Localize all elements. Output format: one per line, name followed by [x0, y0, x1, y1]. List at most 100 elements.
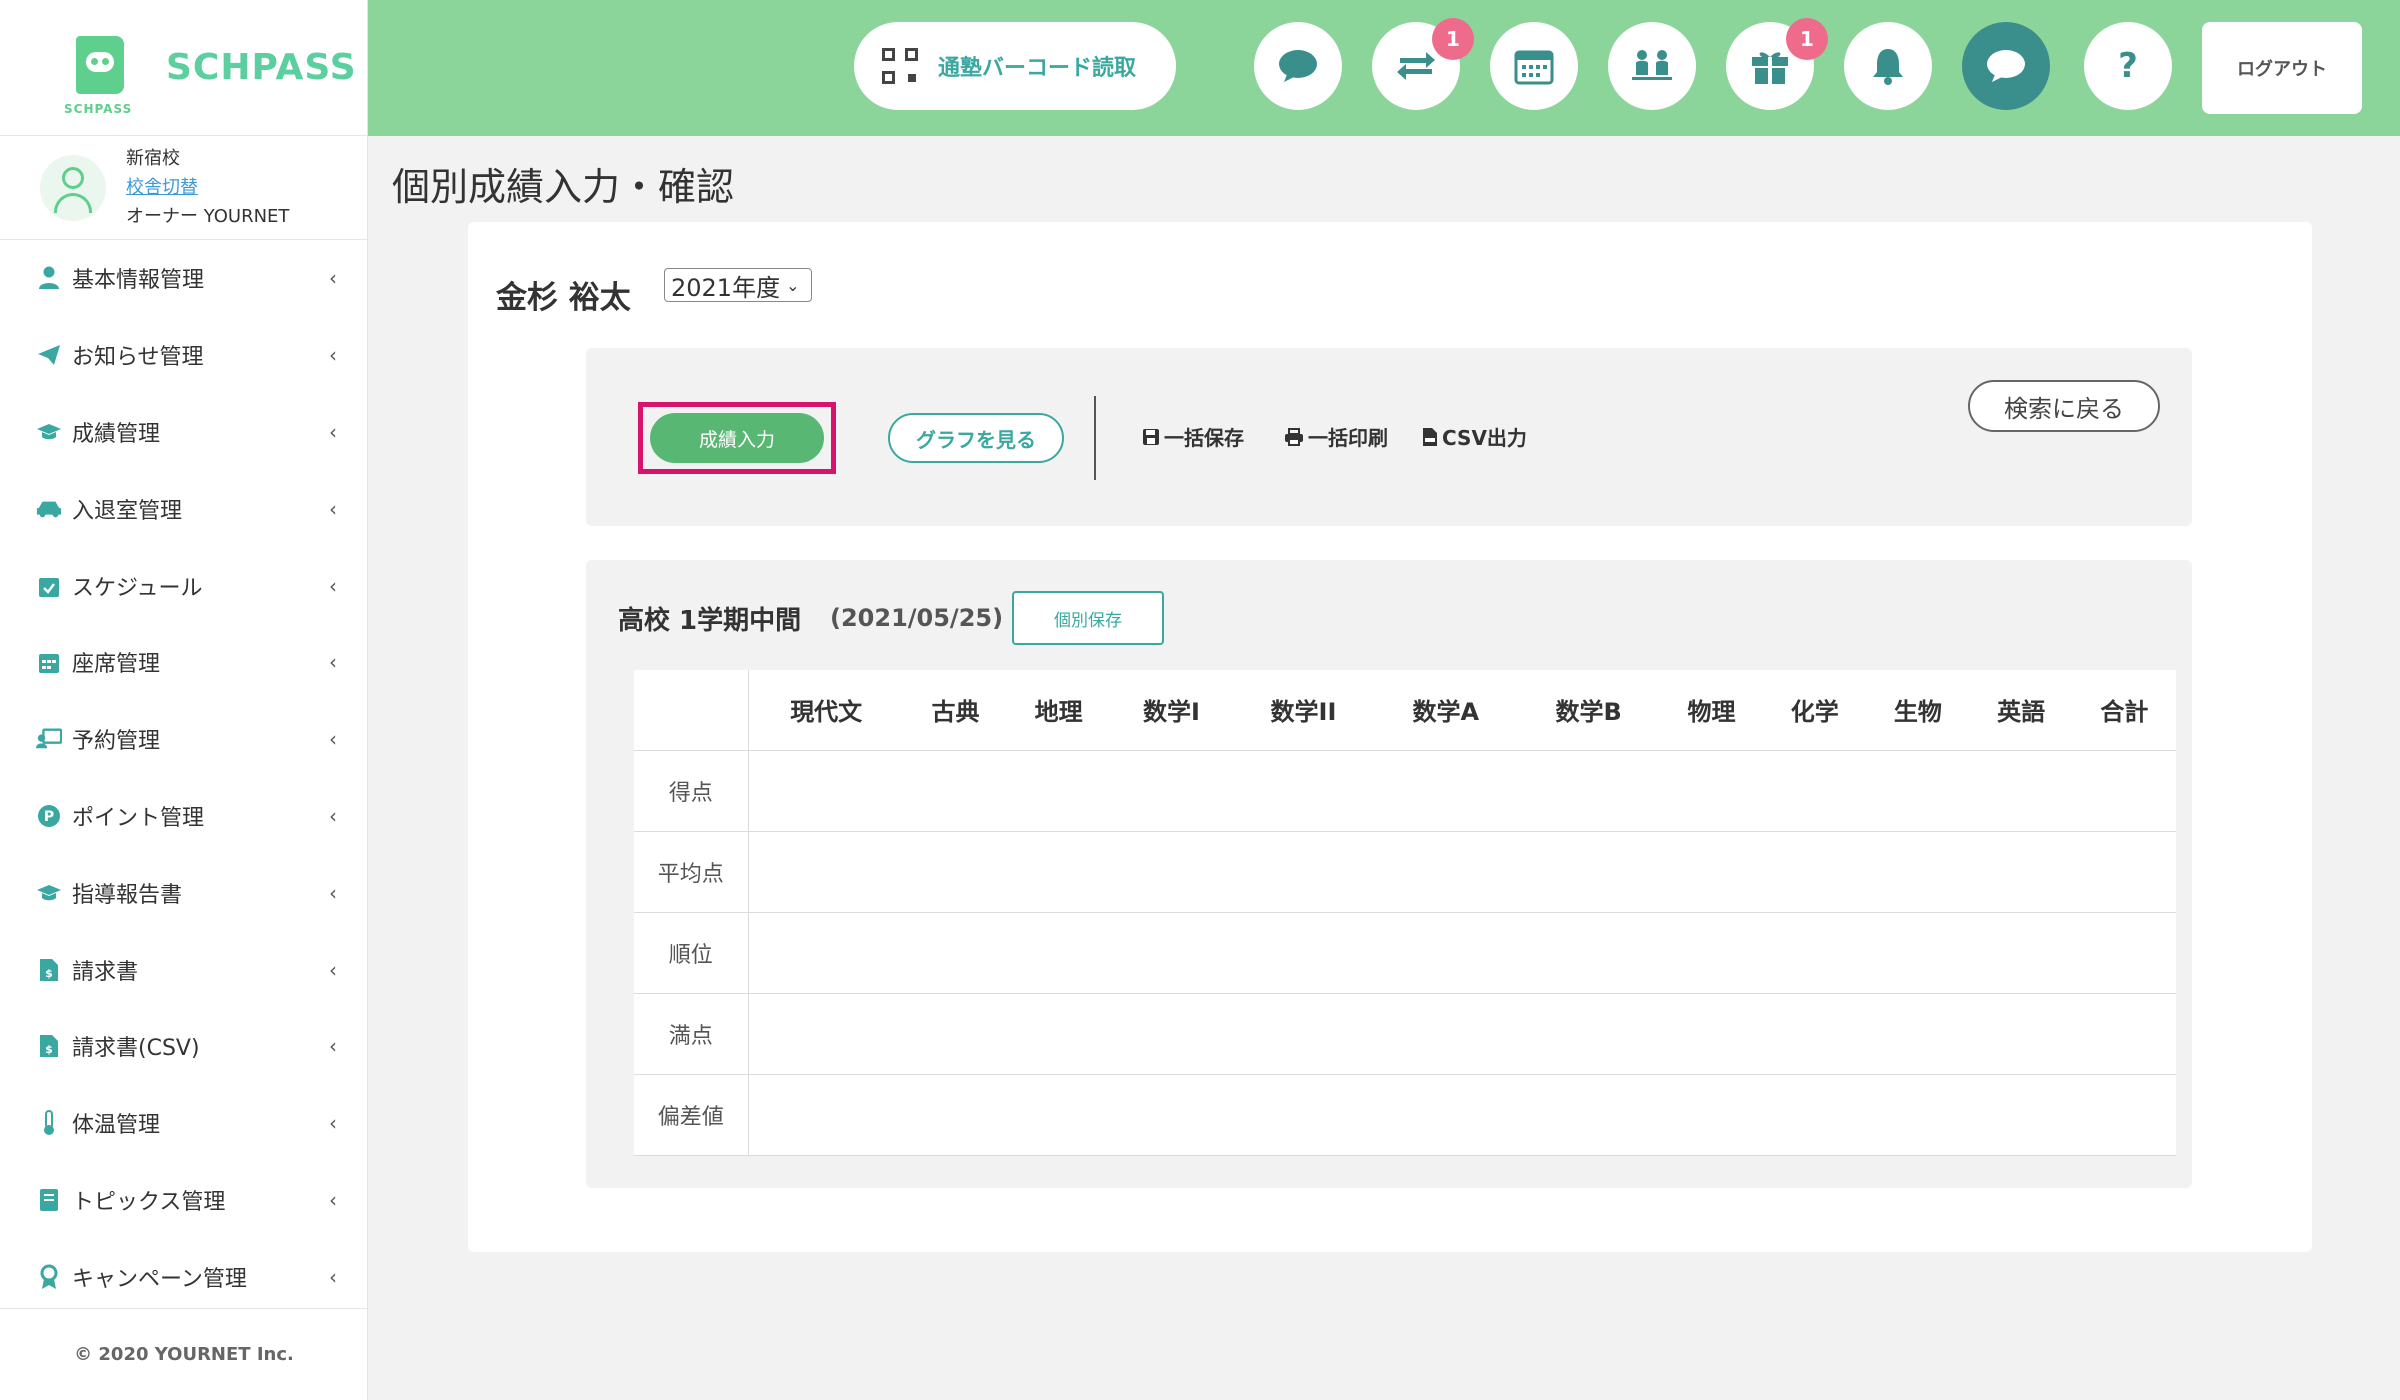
svg-text:$: $ [45, 1043, 53, 1056]
svg-text:$: $ [45, 967, 53, 980]
calendar-button[interactable] [1490, 22, 1578, 110]
row-label: 満点 [634, 993, 749, 1075]
sidebar-item-invoice-csv[interactable]: $ 請求書(CSV) ‹ [0, 1008, 367, 1085]
chevron-left-icon: ‹ [329, 1111, 337, 1136]
sidebar-item-points[interactable]: P ポイント管理 ‹ [0, 778, 367, 855]
chevron-left-icon: ‹ [329, 419, 337, 444]
grid-calendar-icon [36, 649, 62, 675]
subject-header: 化学 [1763, 670, 1867, 751]
sidebar-item-temperature[interactable]: 体温管理 ‹ [0, 1085, 367, 1162]
copyright: © 2020 YOURNET Inc. [0, 1308, 368, 1400]
gift-button[interactable]: 1 [1726, 18, 1828, 110]
thermometer-icon [36, 1110, 62, 1136]
bulk-print-link[interactable]: 一括印刷 [1284, 422, 1388, 451]
subject-header: 生物 [1866, 670, 1970, 751]
subject-header: 古典 [903, 670, 1008, 751]
table-cell [748, 1074, 2176, 1156]
chat-button[interactable] [1254, 22, 1342, 110]
exam-date: (2021/05/25) [830, 604, 1004, 632]
calendar-check-icon [36, 573, 62, 599]
subject-header: 現代文 [748, 670, 904, 751]
sidebar-item-basic-info[interactable]: 基本情報管理 ‹ [0, 240, 367, 317]
individual-save-button[interactable]: 個別保存 [1012, 591, 1164, 645]
chevron-left-icon: ‹ [329, 957, 337, 982]
chevron-left-icon: ‹ [329, 880, 337, 905]
chevron-left-icon: ‹ [329, 266, 337, 291]
year-select[interactable]: 2021年度 ⌄ [664, 268, 812, 302]
sidebar-item-invoice[interactable]: $ 請求書 ‹ [0, 931, 367, 1008]
sidebar-item-grades[interactable]: 成績管理 ‹ [0, 394, 367, 471]
barcode-scan-label: 通塾バーコード読取 [938, 56, 1137, 81]
table-row: 順位 [634, 912, 2176, 994]
row-label: 偏差値 [634, 1074, 749, 1156]
transfer-button[interactable]: 1 [1372, 18, 1474, 110]
subject-header: 合計 [2072, 670, 2176, 751]
help-button[interactable]: ? [2084, 22, 2172, 110]
sidebar-menu: 基本情報管理 ‹ お知らせ管理 ‹ 成績管理 ‹ 入退室管理 ‹ スケジュール … [0, 240, 367, 1315]
table-corner [634, 670, 749, 751]
table-row: 得点 [634, 750, 2176, 832]
message-button[interactable] [1962, 22, 2050, 110]
chevron-left-icon: ‹ [329, 1187, 337, 1212]
sidebar-item-campaign[interactable]: キャンペーン管理 ‹ [0, 1238, 367, 1315]
school-switch-link[interactable]: 校舎切替 [126, 173, 289, 202]
sidebar-item-attendance[interactable]: 入退室管理 ‹ [0, 470, 367, 547]
sidebar-item-schedule[interactable]: スケジュール ‹ [0, 547, 367, 624]
paper-plane-icon [36, 342, 62, 368]
printer-icon [1284, 427, 1304, 446]
row-label: 順位 [634, 912, 749, 994]
car-icon [36, 496, 62, 522]
floppy-disk-icon [1142, 428, 1160, 446]
chevron-left-icon: ‹ [329, 573, 337, 598]
chat-icon [1279, 50, 1317, 82]
table-cell [748, 831, 2176, 913]
qr-code-icon [882, 48, 918, 84]
graduation-cap-icon [36, 419, 62, 445]
table-row: 満点 [634, 993, 2176, 1075]
csv-export-link[interactable]: CSV出力 [1422, 422, 1527, 451]
chevron-left-icon: ‹ [329, 803, 337, 828]
sidebar-item-seats[interactable]: 座席管理 ‹ [0, 624, 367, 701]
table-cell [748, 912, 2176, 994]
grade-table: 現代文 古典 地理 数学I 数学II 数学A 数学B 物理 化学 生物 英語 合… [634, 670, 2176, 1156]
table-cell [748, 750, 2176, 832]
subject-header: 数学II [1232, 670, 1375, 751]
subject-header: 地理 [1007, 670, 1111, 751]
notification-button[interactable] [1844, 22, 1932, 110]
grade-input-button[interactable]: 成績入力 [650, 413, 824, 463]
logo-small-text: SCHPASS [64, 101, 133, 116]
logout-button[interactable]: ログアウト [2202, 22, 2362, 114]
chevron-left-icon: ‹ [329, 1034, 337, 1059]
message-icon [1987, 50, 2025, 82]
subject-header: 数学I [1110, 670, 1233, 751]
table-row: 偏差値 [634, 1074, 2176, 1156]
user-info: 新宿校 校舎切替 オーナー YOURNET [0, 136, 367, 240]
chevron-left-icon: ‹ [329, 650, 337, 675]
transfer-badge: 1 [1432, 18, 1474, 60]
chevron-left-icon: ‹ [329, 496, 337, 521]
bulk-save-link[interactable]: 一括保存 [1142, 422, 1244, 451]
row-label: 得点 [634, 750, 749, 832]
table-row: 平均点 [634, 831, 2176, 913]
sidebar-item-topics[interactable]: トピックス管理 ‹ [0, 1162, 367, 1239]
subject-header: 英語 [1969, 670, 2073, 751]
sidebar-item-report[interactable]: 指導報告書 ‹ [0, 854, 367, 931]
avatar [40, 154, 106, 221]
chevron-down-icon: ⌄ [786, 275, 800, 295]
logo-text: SCHPASS [166, 47, 357, 88]
invoice-icon: $ [36, 957, 62, 983]
chevron-left-icon: ‹ [329, 343, 337, 368]
school-name: 新宿校 [126, 148, 180, 169]
sidebar-item-notice[interactable]: お知らせ管理 ‹ [0, 317, 367, 394]
barcode-scan-button[interactable]: 通塾バーコード読取 [854, 22, 1176, 110]
transfer-icon [1397, 52, 1435, 80]
meeting-button[interactable] [1608, 22, 1696, 110]
chevron-left-icon: ‹ [329, 727, 337, 752]
sidebar: SCHPASS SCHPASS 新宿校 校舎切替 オーナー YOURNET 基本… [0, 0, 368, 1400]
logo[interactable]: SCHPASS SCHPASS [0, 0, 367, 136]
sidebar-item-reservation[interactable]: 予約管理 ‹ [0, 701, 367, 778]
page-title: 個別成績入力・確認 [392, 165, 735, 209]
view-graph-button[interactable]: グラフを見る [888, 413, 1064, 463]
back-to-search-button[interactable]: 検索に戻る [1968, 380, 2160, 432]
table-cell [748, 993, 2176, 1075]
